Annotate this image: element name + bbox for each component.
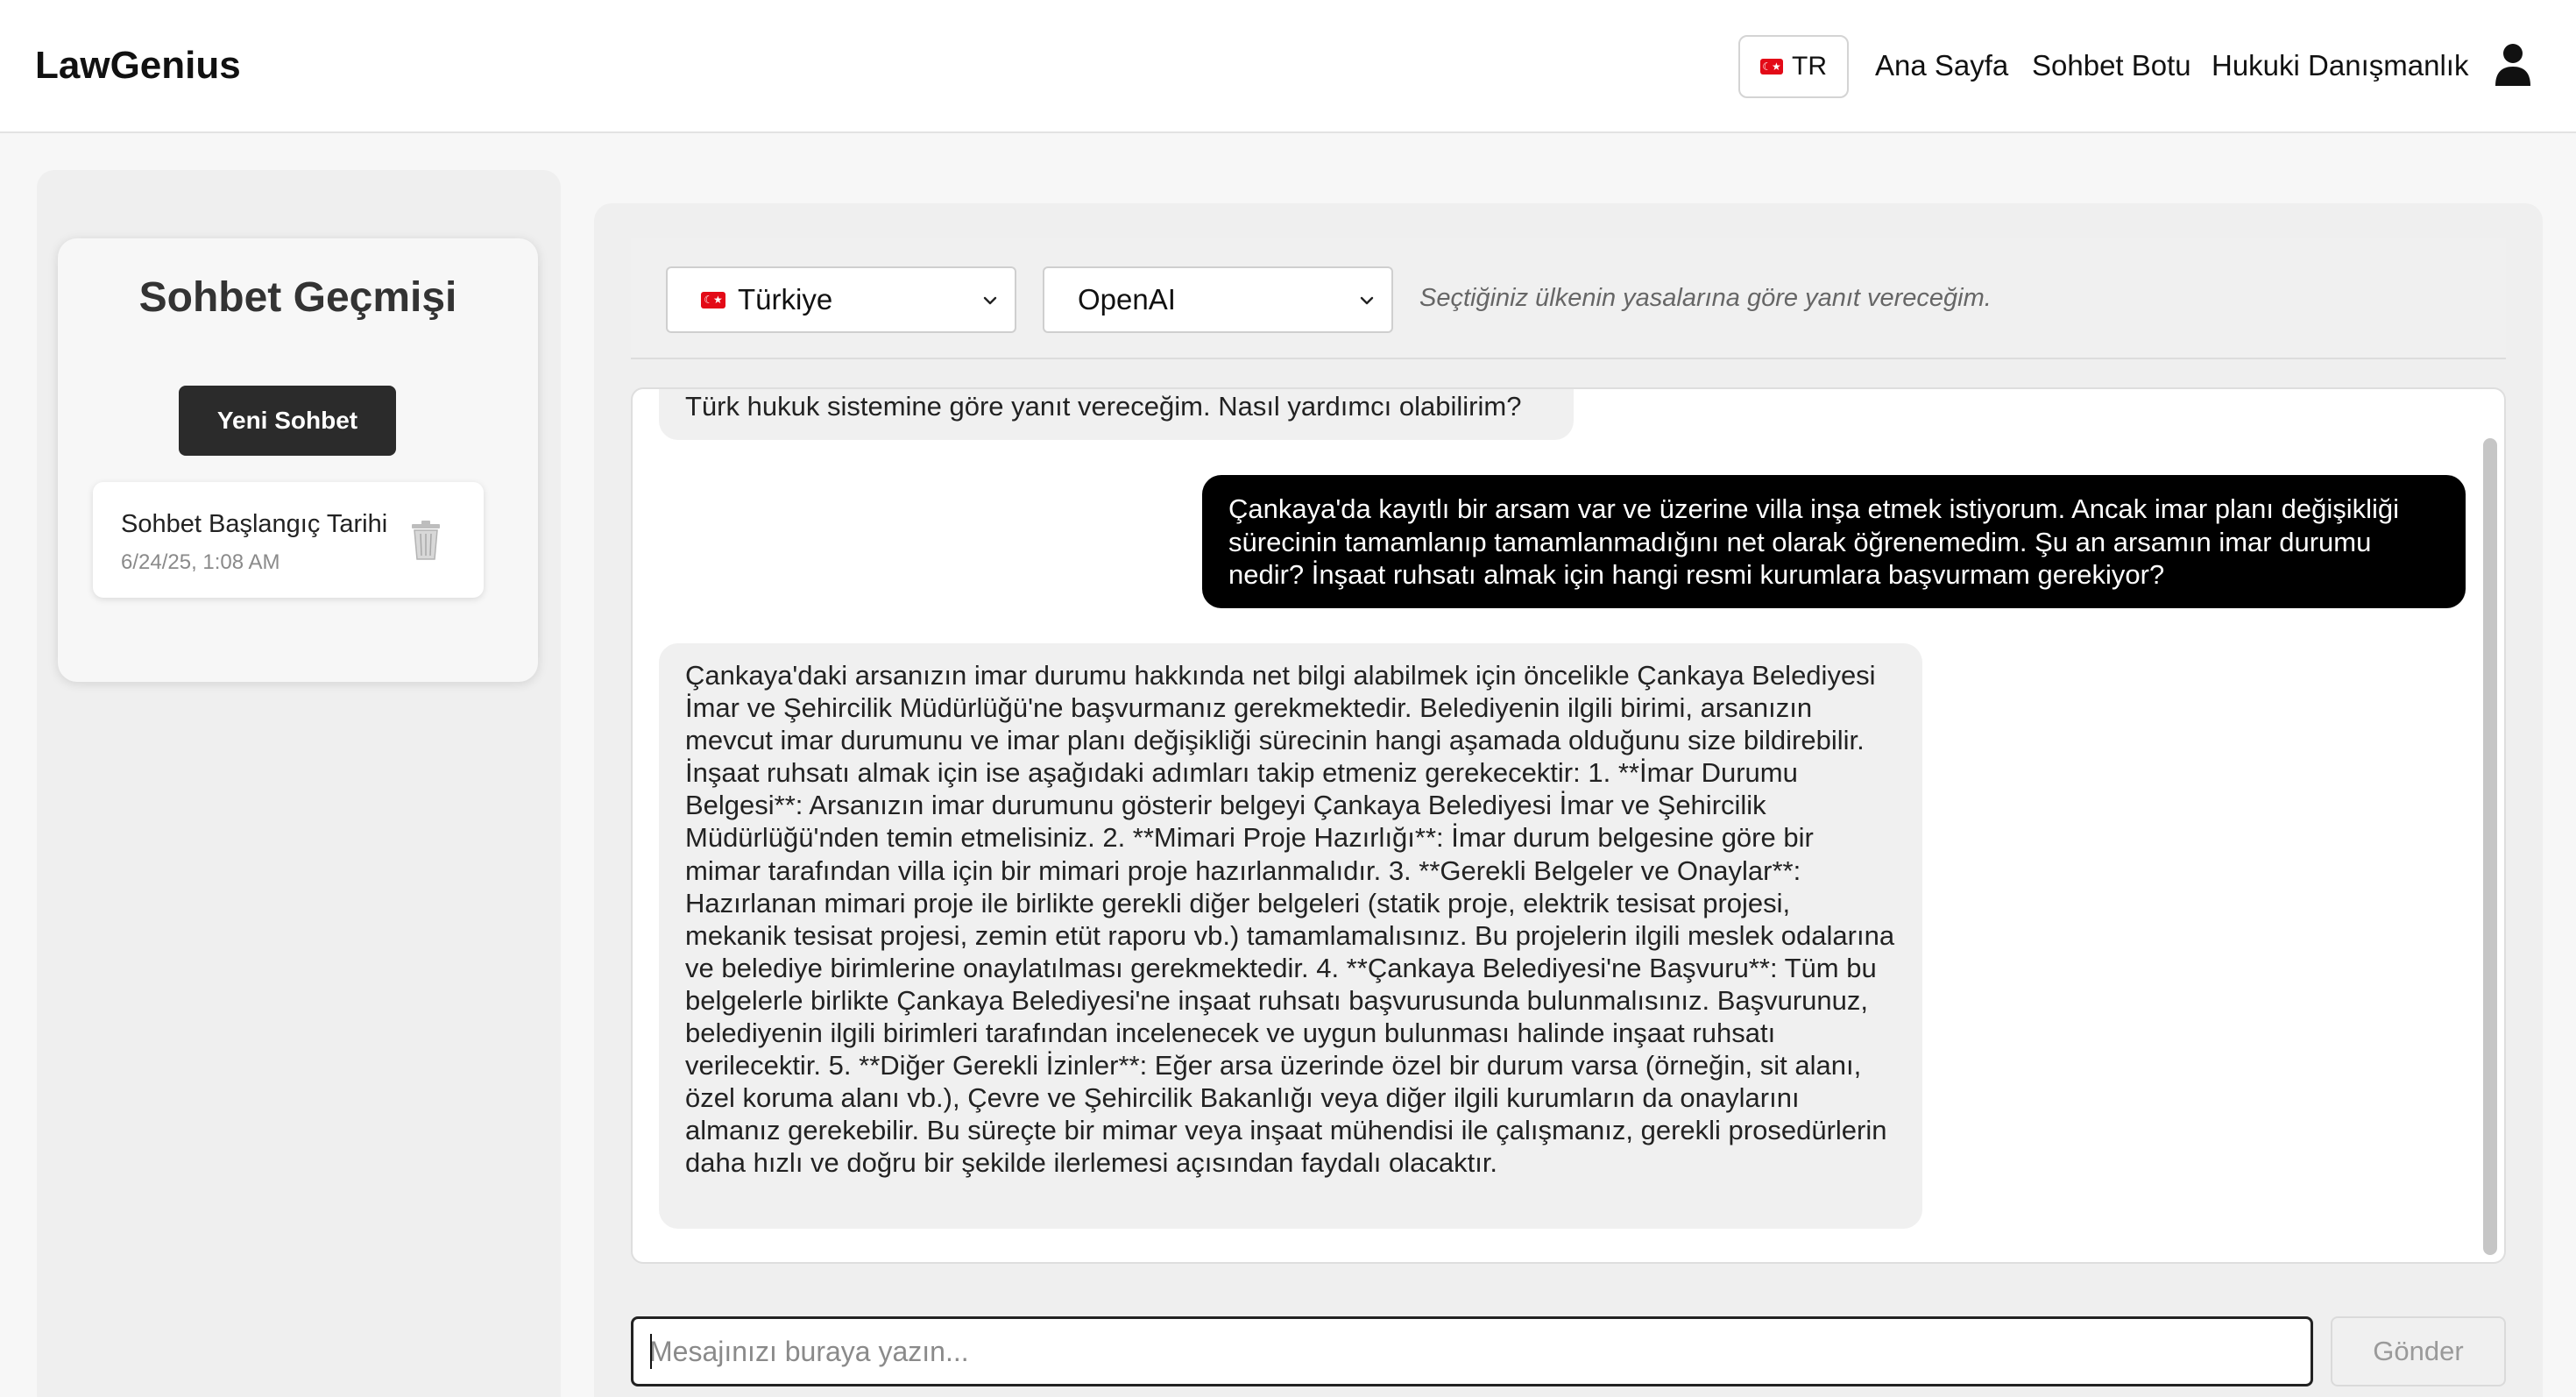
country-select-value: Türkiye: [738, 283, 833, 316]
send-button[interactable]: Gönder: [2331, 1316, 2506, 1386]
jurisdiction-info-text: Seçtiğiniz ülkenin yasalarına göre yanıt…: [1419, 284, 1992, 312]
bot-message-bubble: Türk hukuk sistemine göre yanıt vereceği…: [659, 389, 1574, 440]
chat-history-card: Sohbet Geçmişi Yeni Sohbet Sohbet Başlan…: [58, 238, 538, 682]
user-icon[interactable]: [2494, 42, 2532, 86]
session-date: 6/24/25, 1:08 AM: [121, 550, 280, 574]
trash-icon[interactable]: [408, 521, 443, 561]
nav-link-home[interactable]: Ana Sayfa: [1875, 49, 2008, 82]
turkey-flag-icon: ☾★: [701, 291, 725, 308]
session-title: Sohbet Başlangıç Tarihi: [121, 510, 388, 538]
chat-messages-window[interactable]: Türk hukuk sistemine göre yanıt vereceği…: [631, 387, 2506, 1264]
chevron-down-icon: [1360, 296, 1374, 305]
chat-scrollbar[interactable]: [2483, 438, 2497, 1255]
language-switcher-button[interactable]: ☾★ TR: [1738, 35, 1849, 98]
chat-session-item[interactable]: Sohbet Başlangıç Tarihi 6/24/25, 1:08 AM: [93, 482, 484, 598]
top-navbar: LawGenius ☾★ TR Ana Sayfa Sohbet Botu Hu…: [0, 0, 2576, 133]
new-chat-button[interactable]: Yeni Sohbet: [179, 386, 396, 456]
message-input[interactable]: [631, 1316, 2313, 1386]
user-message-bubble: Çankaya'da kayıtlı bir arsam var ve üzer…: [1202, 475, 2466, 608]
turkey-flag-icon: ☾★: [1760, 59, 1783, 74]
bot-message-bubble: Çankaya'daki arsanızın imar durumu hakkı…: [659, 643, 1922, 1229]
chevron-down-icon: [983, 296, 997, 305]
model-select-value: OpenAI: [1078, 283, 1176, 316]
language-code-label: TR: [1792, 52, 1827, 81]
chat-history-title: Sohbet Geçmişi: [138, 274, 457, 321]
nav-link-chatbot[interactable]: Sohbet Botu: [2032, 49, 2191, 82]
text-caret: [650, 1334, 652, 1369]
country-select[interactable]: ☾★ Türkiye: [666, 266, 1016, 333]
app-logo[interactable]: LawGenius: [35, 44, 241, 88]
model-select[interactable]: OpenAI: [1043, 266, 1393, 333]
nav-link-legal-advice[interactable]: Hukuki Danışmanlık: [2212, 49, 2468, 82]
